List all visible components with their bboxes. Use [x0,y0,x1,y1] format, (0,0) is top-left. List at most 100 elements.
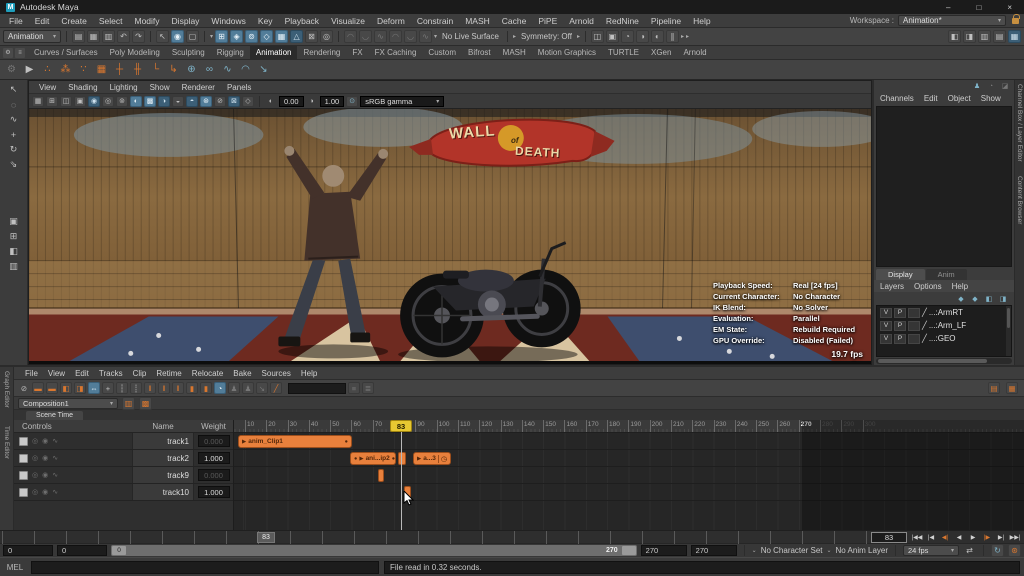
shelf-tab[interactable]: Rigging [211,46,250,59]
ik-handle-icon[interactable]: ⊕ [184,62,199,77]
loop-playback-icon[interactable]: ⇄ [963,544,976,557]
te-group-clips-icon[interactable]: ‖ [172,382,184,394]
file-new-icon[interactable]: ▤ [72,30,85,43]
te-add-pose-clip-icon[interactable]: ▬ [46,382,58,394]
toggle-attribute-editor-icon[interactable]: ◧ [948,30,961,43]
viewport-menu-item[interactable]: View [33,83,62,92]
layer-visibility-toggle[interactable]: V [880,320,892,331]
track-solo-icon[interactable]: ◉ [42,488,48,496]
render-region-icon[interactable]: ▣ [605,30,619,43]
exposure-icon[interactable]: ◐ [265,96,277,107]
channel-box-menu-item[interactable]: Channels [876,94,918,103]
shelf-tab[interactable]: Rendering [297,46,346,59]
channel-box-empty-area[interactable] [876,106,1012,267]
clip-track9[interactable] [378,469,384,482]
offset-key-icon[interactable]: ↳ [166,62,181,77]
menu-item[interactable]: MASH [459,16,496,26]
channel-box-menu-item[interactable]: Show [977,94,1005,103]
curve-smooth-icon[interactable]: ◡ [359,30,373,43]
track-name[interactable]: track10 [132,484,194,500]
current-frame-field[interactable]: 83 [871,531,907,543]
layer-editor-menu-item[interactable]: Options [910,282,946,291]
animation-preferences-icon[interactable]: ⊛ [1008,544,1021,557]
lock-workspace-icon[interactable] [1012,13,1020,24]
layer-color-swatch[interactable] [908,307,920,318]
hold-current-keys-icon[interactable]: ▦ [94,62,109,77]
vp-resolution-gate-icon[interactable]: ▣ [74,95,86,107]
menu-item[interactable]: PiPE [532,16,563,26]
layout-single-icon[interactable]: ▣ [7,215,20,228]
playback-end-field[interactable]: 270 [640,545,687,556]
te-crossfade-icon[interactable]: ▮ [186,382,198,394]
speed-state-icon[interactable]: ◔ [986,81,996,91]
shelf-tab[interactable]: XGen [645,46,677,59]
manage-compositions-icon[interactable]: ▩ [139,396,152,410]
time-editor-menu-item[interactable]: Edit [70,369,94,378]
vp-textured-icon[interactable]: ◑ [158,95,170,107]
layer-list-vscrollbar[interactable] [1006,306,1011,356]
track-row[interactable]: ◎ ◉ ∿ track10 1.000 [14,484,233,501]
track-solo-icon[interactable]: ◉ [42,471,48,479]
vp-select-camera-icon[interactable]: ▦ [32,95,44,107]
te-move-tool-icon[interactable]: ⇔ [88,382,100,394]
mel-label[interactable]: MEL [4,563,26,572]
transport-button[interactable]: |▶ [980,532,994,543]
menu-item[interactable]: Visualize [325,16,371,26]
menu-item[interactable]: Windows [205,16,251,26]
new-layer-icon[interactable]: ◨ [998,294,1008,304]
te-export-icon[interactable]: ↘ [256,382,268,394]
layer-row[interactable]: V P ╱ ...:ArmRT [877,306,1011,319]
insert-key-icon[interactable]: ┼ [112,62,127,77]
vp-film-gate-icon[interactable]: ◫ [60,95,72,107]
time-editor-menu-item[interactable]: View [43,369,70,378]
snap-view-icon[interactable]: ▦ [275,30,289,43]
transport-button[interactable]: ▶ [966,532,980,543]
live-surface-field[interactable]: No Live Surface [439,32,502,41]
layer-row[interactable]: V P ╱ ...:GEO [877,332,1011,345]
snap-plane-icon[interactable]: ◇ [260,30,274,43]
menu-item[interactable]: Modify [129,16,166,26]
gamma-field[interactable]: 1.00 [319,95,345,107]
menu-item[interactable]: Key [252,16,279,26]
workspace-dropdown[interactable]: Animation* ▾ [898,15,1006,26]
light-editor-icon[interactable]: ◐ [650,30,664,43]
layer-color-swatch[interactable] [908,333,920,344]
select-hierarchy-icon[interactable]: ◉ [171,30,184,43]
menu-item[interactable]: Select [93,16,129,26]
track-mute-icon[interactable]: ◎ [32,437,38,445]
menu-item[interactable]: Pipeline [645,16,687,26]
redo-icon[interactable]: ↷ [132,30,145,43]
track-weight-field[interactable]: 0.000 [197,435,230,447]
pause-viewport-icon[interactable]: ∥ [665,30,679,43]
render-frame-icon[interactable]: ◫ [590,30,604,43]
te-grid-bookmark-icon[interactable]: ▦ [1006,382,1018,394]
layer-playback-toggle[interactable]: P [894,333,906,344]
move-tool-icon[interactable]: + [7,128,20,141]
snap-point-icon[interactable]: ⊚ [245,30,259,43]
time-slider[interactable]: 83 [0,530,868,544]
anim-layer-selector[interactable]: No Anim Layer [836,546,888,555]
menu-item[interactable]: RedNine [600,16,645,26]
menu-item[interactable]: Playback [279,16,326,26]
toggle-channel-box-icon[interactable]: ▥ [978,30,991,43]
vp-isolate-icon[interactable]: ◇ [242,95,254,107]
anim-curve-icon[interactable]: ∿ [220,62,235,77]
menu-item[interactable]: Display [166,16,206,26]
select-tool-icon[interactable]: ↖ [7,83,20,96]
track-enable-checkbox[interactable] [19,470,28,480]
edit-channels-icon[interactable]: ◪ [1000,81,1010,91]
clip-anim-clip3[interactable]: ▶ a...3 ◷ [413,452,451,465]
track-mute-icon[interactable]: ◎ [32,488,38,496]
undo-icon[interactable]: ↶ [117,30,130,43]
transport-button[interactable]: ◀| [938,532,952,543]
arc-tool-icon[interactable]: ◠ [238,62,253,77]
chevron-down-icon[interactable]: ⌄ [752,547,757,554]
menu-item[interactable]: Cache [496,16,533,26]
menu-item[interactable]: File [3,16,29,26]
lock-selection-icon[interactable]: ⊠ [305,30,319,43]
te-loop-clip-icon[interactable]: ◔ [214,382,226,394]
motion-trail-icon[interactable]: ↘ [256,62,271,77]
track-enable-checkbox[interactable] [19,436,28,446]
track-ghost-icon[interactable]: ∿ [52,488,58,496]
playblast-icon[interactable]: ▶ [22,62,37,77]
